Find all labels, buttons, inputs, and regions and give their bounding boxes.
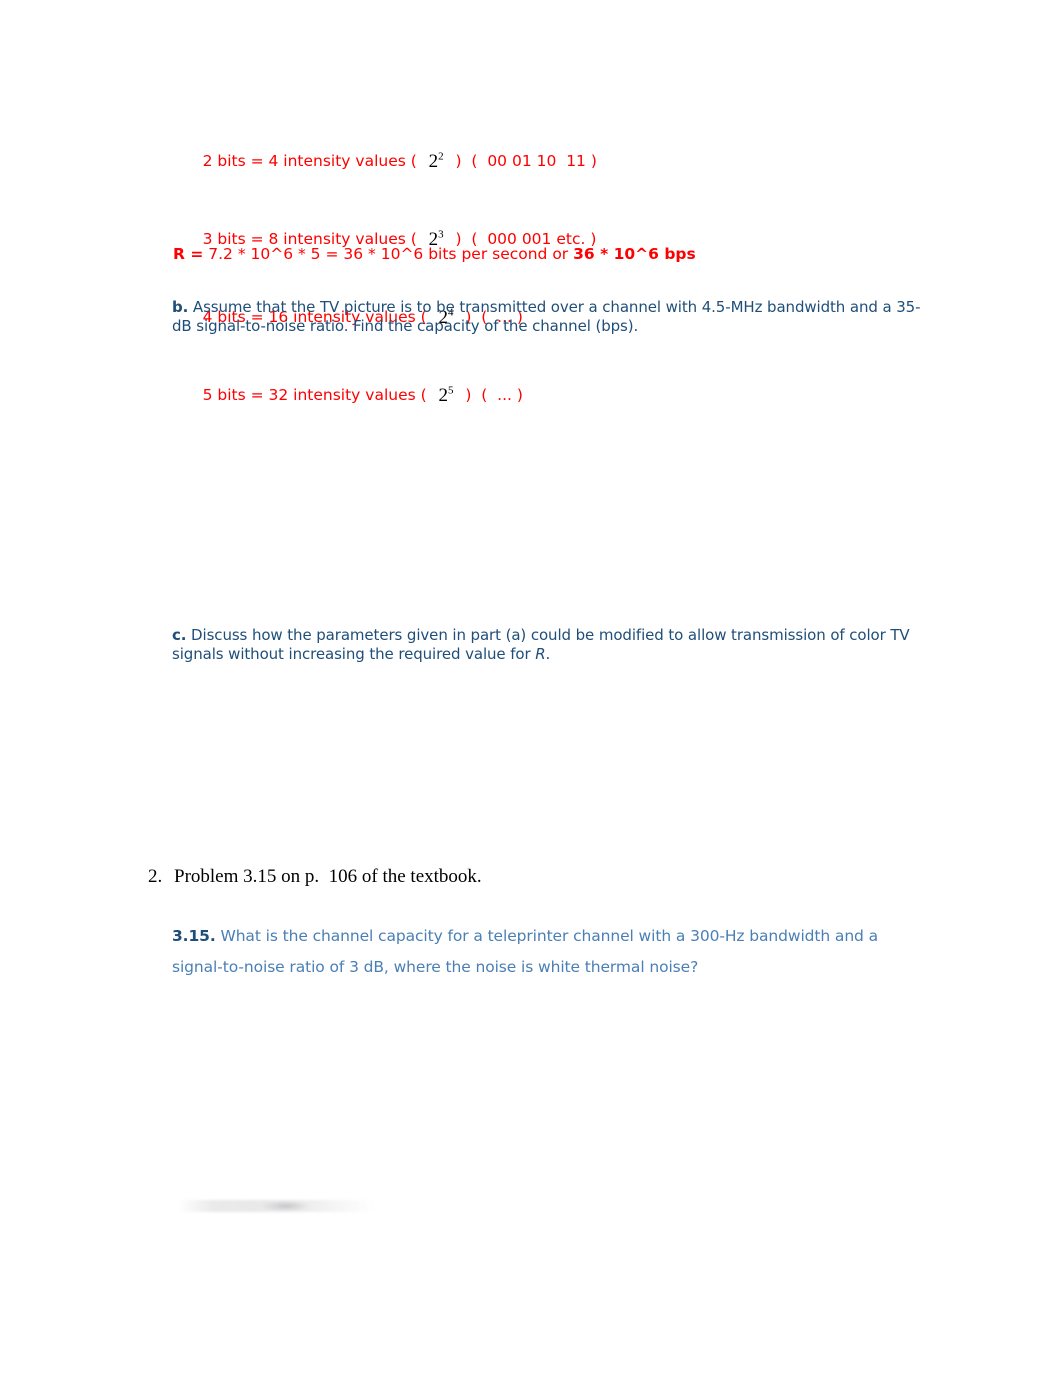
red-solution-line: 5 bits = 32 intensity values ( 25 ) ( ..… xyxy=(173,356,933,434)
red-line-prefix: 2 bits = 4 intensity values ( xyxy=(202,152,427,170)
red-line-prefix: 5 bits = 32 intensity values ( xyxy=(202,386,437,404)
red-solution-line: 2 bits = 4 intensity values ( 22 ) ( 00 … xyxy=(173,122,933,200)
scan-smudge-artifact xyxy=(178,1200,374,1212)
part-c-variable-r: R xyxy=(535,645,546,663)
part-c-text-end: . xyxy=(545,645,551,663)
result-expression: 7.2 * 10^6 * 5 = 36 * 10^6 bits per seco… xyxy=(203,245,574,263)
part-b-text: Assume that the TV picture is to be tran… xyxy=(172,298,921,335)
equation-exponent: 2 xyxy=(438,150,444,163)
red-result-line: R = 7.2 * 10^6 * 5 = 36 * 10^6 bits per … xyxy=(173,243,696,265)
result-label: R = xyxy=(173,245,204,263)
red-solution-line: 3 bits = 8 intensity values ( 23 ) ( 000… xyxy=(173,200,933,278)
part-b-label: b. xyxy=(172,298,189,316)
power-of-two-equation: 25 xyxy=(437,385,456,406)
power-of-two-equation: 22 xyxy=(427,151,446,172)
problem-3-15: 3.15. What is the channel capacity for a… xyxy=(172,921,932,983)
assignment-item-2: 2. Problem 3.15 on p. 106 of the textbook… xyxy=(148,866,482,888)
equation-exponent: 5 xyxy=(448,384,454,397)
equation-exponent: 3 xyxy=(438,228,444,241)
question-part-c: c. Discuss how the parameters given in p… xyxy=(172,626,952,664)
part-c-label: c. xyxy=(172,626,187,644)
equation-base: 2 xyxy=(428,151,439,172)
item-2-text: Problem 3.15 on p. 106 of the textbook. xyxy=(174,866,482,887)
red-line-suffix: ) ( 00 01 10 11 ) xyxy=(445,152,597,170)
red-line-suffix: ) ( ... ) xyxy=(455,386,523,404)
result-answer: 36 * 10^6 bps xyxy=(573,245,696,263)
document-page: 2 bits = 4 intensity values ( 22 ) ( 00 … xyxy=(0,0,1062,1376)
equation-base: 2 xyxy=(438,385,449,406)
item-2-number: 2. xyxy=(148,866,163,887)
problem-3-15-text: What is the channel capacity for a telep… xyxy=(172,927,879,976)
red-solution-block: 2 bits = 4 intensity values ( 22 ) ( 00 … xyxy=(173,122,933,434)
problem-3-15-number: 3.15. xyxy=(172,927,216,945)
question-part-b: b. Assume that the TV picture is to be t… xyxy=(172,298,932,336)
